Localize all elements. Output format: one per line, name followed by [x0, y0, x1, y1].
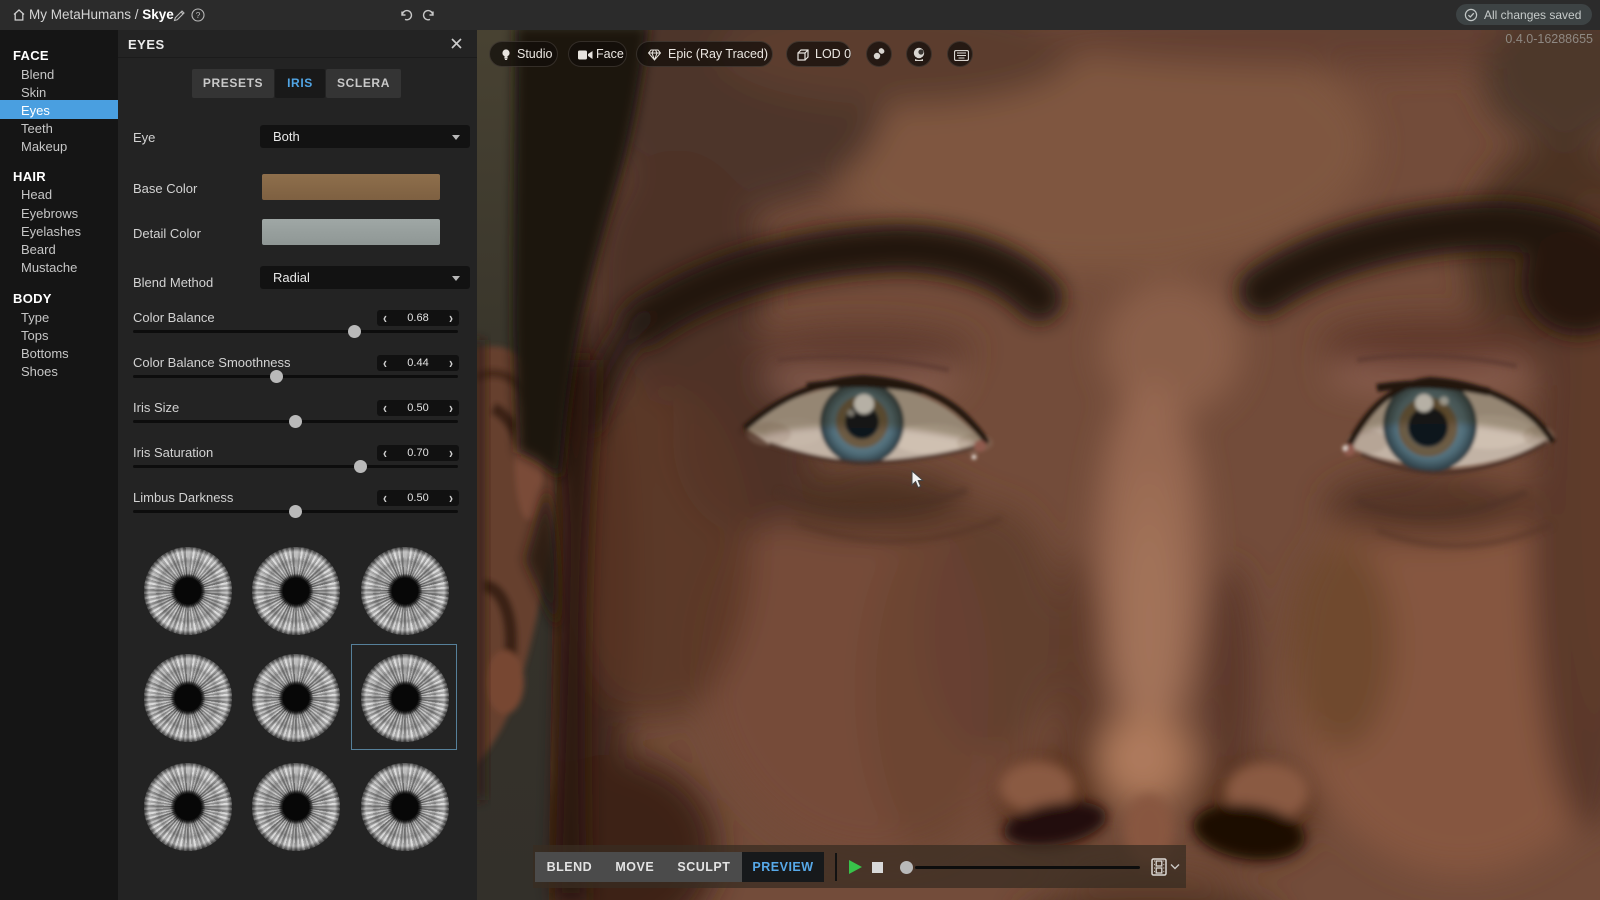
svg-text:?: ?	[196, 10, 201, 20]
